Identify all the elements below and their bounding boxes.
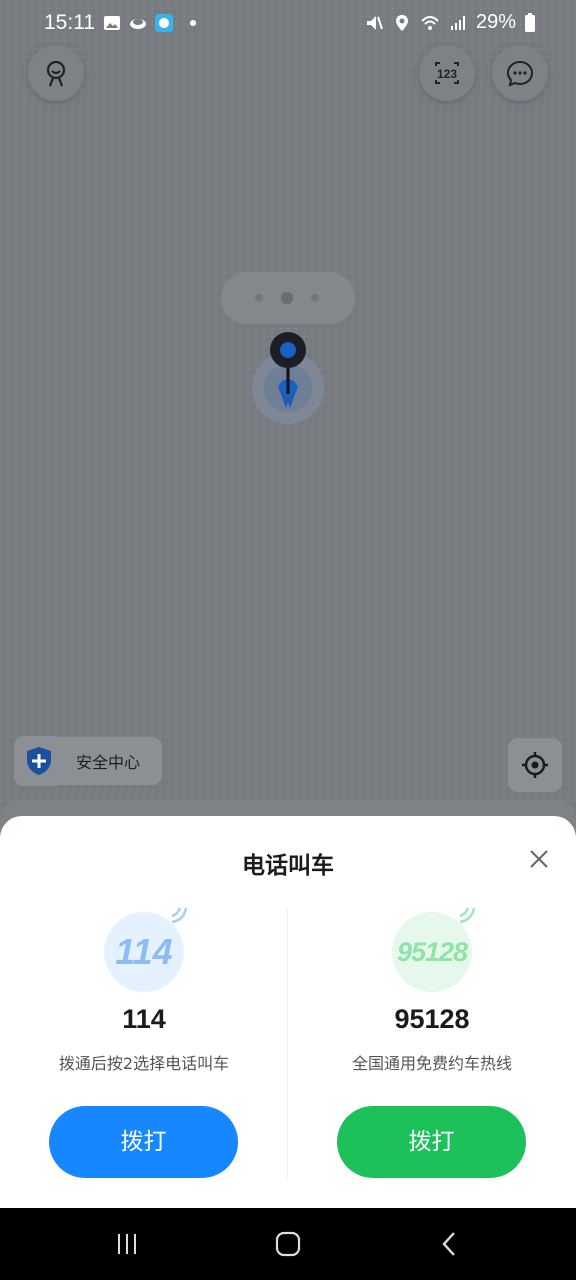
hotline-description: 拨通后按2选择电话叫车 bbox=[58, 1054, 230, 1073]
gallery-icon bbox=[104, 16, 120, 30]
hotline-number: 114 bbox=[122, 1004, 166, 1034]
number-keypad-icon: 123 bbox=[435, 62, 459, 84]
call-95128-button[interactable]: 拨打 bbox=[337, 1106, 526, 1178]
loading-indicator bbox=[221, 272, 355, 324]
close-icon[interactable] bbox=[526, 846, 552, 872]
signal-waves-icon bbox=[171, 907, 188, 924]
messages-button[interactable] bbox=[492, 45, 548, 101]
avatar-icon bbox=[46, 60, 66, 87]
system-nav-bar bbox=[0, 1208, 576, 1280]
status-bar: 15:11 29% bbox=[0, 0, 576, 48]
hotline-badge: 114 bbox=[104, 907, 188, 992]
home-icon[interactable] bbox=[274, 1230, 302, 1258]
back-icon[interactable] bbox=[436, 1230, 464, 1258]
cloud-icon bbox=[130, 19, 146, 29]
hotline-description: 全国通用免费约车热线 bbox=[351, 1054, 512, 1073]
signal-icon bbox=[450, 15, 465, 30]
location-icon bbox=[395, 14, 408, 31]
locate-target-icon bbox=[522, 752, 548, 778]
mute-icon bbox=[366, 15, 383, 30]
dot-icon bbox=[190, 20, 196, 26]
safety-center-label: 安全中心 bbox=[76, 755, 141, 772]
keypad-label: 123 bbox=[437, 67, 457, 81]
status-time: 15:11 bbox=[44, 11, 95, 34]
shield-plus-icon bbox=[27, 747, 51, 775]
battery-icon bbox=[525, 12, 535, 32]
profile-button[interactable] bbox=[28, 45, 84, 101]
pickup-pin-icon[interactable] bbox=[252, 330, 324, 430]
signal-waves-icon bbox=[459, 907, 476, 924]
hotline-badge: 95128 bbox=[392, 907, 476, 992]
locate-button[interactable] bbox=[508, 738, 562, 792]
wifi-icon bbox=[421, 15, 439, 30]
safety-center-button[interactable]: 安全中心 bbox=[14, 736, 162, 786]
app-icon bbox=[155, 14, 173, 32]
call-114-button[interactable]: 拨打 bbox=[49, 1106, 238, 1178]
battery-percent: 29% bbox=[475, 11, 516, 33]
chat-bubble-icon bbox=[506, 60, 534, 87]
number-keypad-button[interactable]: 123 bbox=[419, 45, 475, 101]
option-95128: 95128 95128 全国通用免费约车热线 拨打 bbox=[288, 907, 576, 1208]
phone-call-dialog: 电话叫车 114 114 拨通后按2选择电话叫车 拨打 95128 95128 … bbox=[0, 816, 576, 1208]
option-114: 114 114 拨通后按2选择电话叫车 拨打 bbox=[0, 907, 288, 1208]
hotline-number: 95128 bbox=[394, 1004, 470, 1034]
recents-icon[interactable] bbox=[113, 1230, 141, 1258]
dialog-title: 电话叫车 bbox=[242, 853, 334, 879]
